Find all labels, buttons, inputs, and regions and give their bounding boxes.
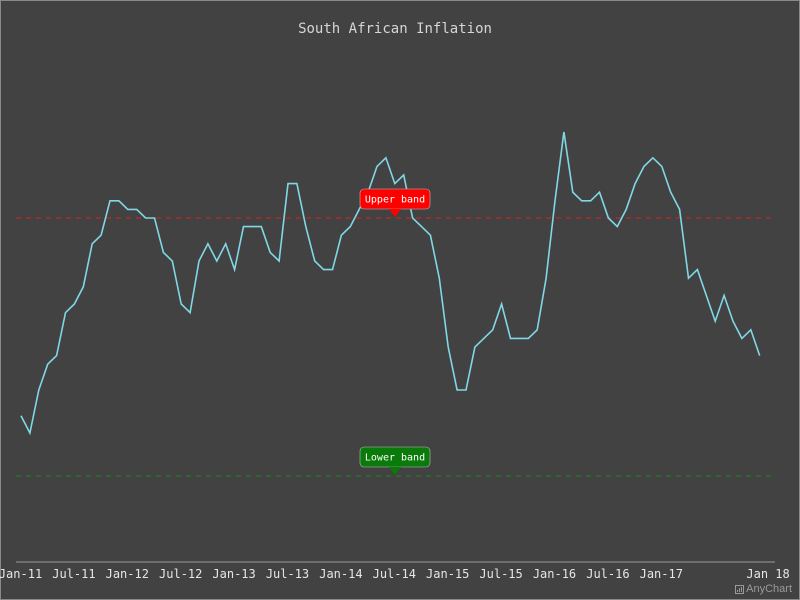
x-tick-label: Jan-13	[212, 567, 255, 581]
x-tick-label: Jan-14	[319, 567, 362, 581]
anychart-credits[interactable]: AnyChart	[735, 583, 792, 595]
band-label-pointer	[389, 209, 401, 217]
credits-label: AnyChart	[746, 583, 792, 595]
chart-logo-icon	[735, 584, 745, 594]
x-tick-label: Jul-16	[586, 567, 629, 581]
series-line-inflation	[20, 131, 761, 436]
x-tick-label: Jul-12	[159, 567, 202, 581]
x-tick-label: Jul-11	[52, 567, 95, 581]
x-tick-label: Jan 18	[746, 567, 789, 581]
band-label-pointer	[389, 467, 401, 475]
band-label-upper-band: Upper band	[359, 188, 431, 217]
x-tick-label: Jan-16	[533, 567, 576, 581]
x-tick-label: Jul-13	[266, 567, 309, 581]
band-label-lower-band: Lower band	[359, 446, 431, 475]
line-chart: South African Inflation Jan-11 Jul-11 Jan-…	[0, 21, 790, 581]
band-label-text: Upper band	[365, 195, 425, 206]
x-tick-label: Jan-17	[640, 567, 683, 581]
x-tick-label: Jan-12	[106, 567, 149, 581]
x-tick-label: Jan-15	[426, 567, 469, 581]
x-tick-label: Jan-11	[0, 567, 42, 581]
x-tick-label: Jul-14	[373, 567, 416, 581]
chart-title: South African Inflation	[298, 21, 492, 37]
band-label-text: Lower band	[365, 453, 425, 464]
x-tick-label: Jul-15	[479, 567, 522, 581]
